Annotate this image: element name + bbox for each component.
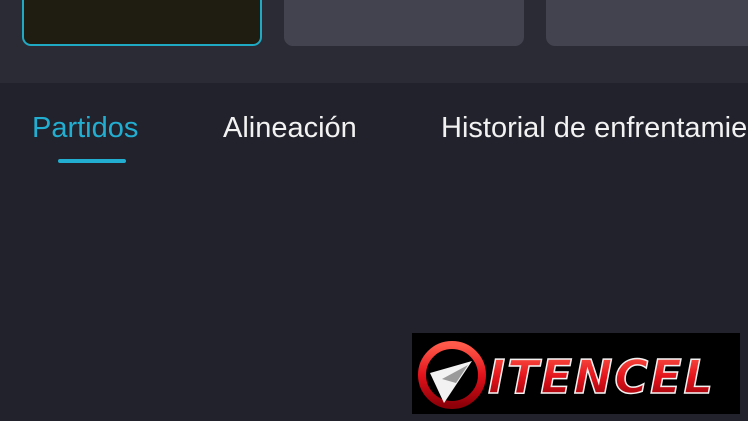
match-card[interactable] (546, 0, 748, 46)
tab-bar: Partidos Alineación Historial de enfrent… (0, 83, 748, 173)
itencel-watermark: ITENCEL (412, 333, 740, 414)
tab-historial[interactable]: Historial de enfrentamientos (441, 111, 748, 145)
tab-partidos[interactable]: Partidos (32, 111, 138, 145)
active-tab-indicator (58, 159, 126, 163)
match-card[interactable] (284, 0, 524, 46)
tab-alineacion[interactable]: Alineación (223, 111, 357, 145)
match-card-selected[interactable] (22, 0, 262, 46)
itencel-logo-icon: ITENCEL (418, 341, 715, 409)
watermark-text: ITENCEL (488, 350, 715, 404)
match-cards-strip (0, 0, 748, 83)
